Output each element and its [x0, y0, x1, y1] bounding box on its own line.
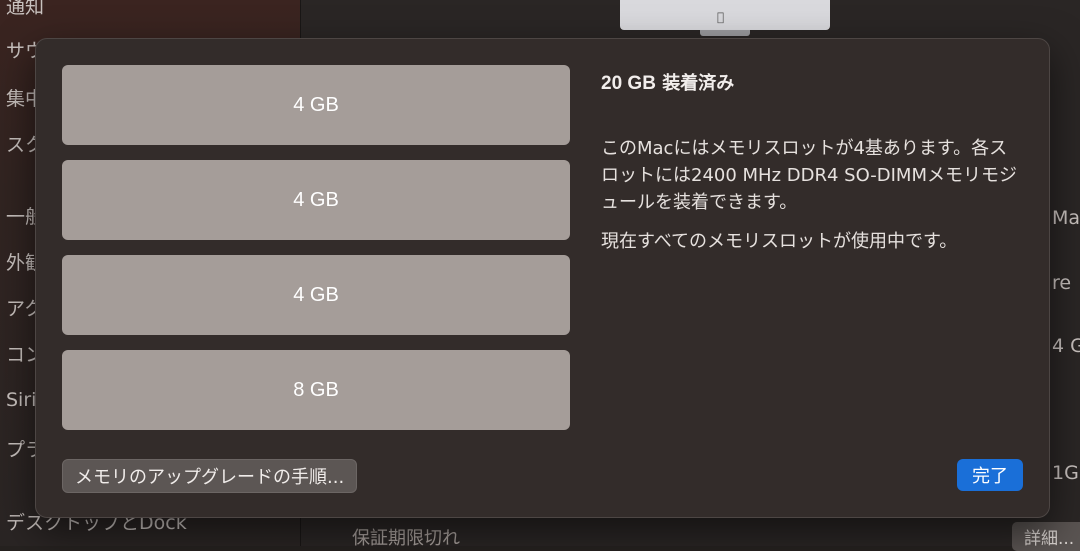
bg-info-fragment: Ma: [1052, 207, 1080, 229]
memory-upgrade-instructions-button[interactable]: メモリのアップグレードの手順...: [62, 459, 358, 493]
imac-image: : [620, 0, 830, 30]
sidebar-item-notifications[interactable]: 通知: [6, 0, 44, 19]
bg-info-fragment: 4 G: [1052, 335, 1080, 357]
memory-slot-4: 8 GB: [62, 350, 570, 430]
apple-logo-icon: : [717, 10, 724, 24]
done-button[interactable]: 完了: [957, 459, 1023, 491]
memory-slot-status: 現在すべてのメモリスロットが使用中です。: [601, 231, 958, 252]
memory-total-amount: 20 GB: [601, 73, 656, 94]
memory-sheet: 4 GB 4 GB 4 GB 8 GB 20 GB 装着済み このMacにはメモ…: [35, 38, 1050, 518]
bg-info-fragment: re: [1052, 272, 1072, 294]
sidebar-item-siri[interactable]: Siri: [6, 389, 36, 411]
memory-slot-2: 4 GB: [62, 160, 570, 240]
memory-slot-3: 4 GB: [62, 255, 570, 335]
memory-installed-title: 20 GB 装着済み: [601, 69, 1021, 95]
memory-slot-1: 4 GB: [62, 65, 570, 145]
memory-slot-label: 8 GB: [293, 378, 339, 401]
memory-slot-label: 4 GB: [293, 93, 339, 116]
details-button[interactable]: 詳細...: [1012, 522, 1080, 551]
memory-info-panel: 20 GB 装着済み このMacにはメモリスロットが4基あります。各スロットには…: [601, 69, 1021, 267]
memory-installed-suffix: 装着済み: [662, 73, 735, 94]
memory-slot-label: 4 GB: [293, 283, 339, 306]
memory-slot-description: このMacにはメモリスロットが4基あります。各スロットには2400 MHz DD…: [601, 138, 1017, 213]
warranty-label: 保証期限切れ: [352, 528, 460, 549]
imac-stand: [700, 30, 750, 36]
memory-slot-label: 4 GB: [293, 188, 339, 211]
bg-info-fragment: 1G: [1052, 462, 1079, 484]
